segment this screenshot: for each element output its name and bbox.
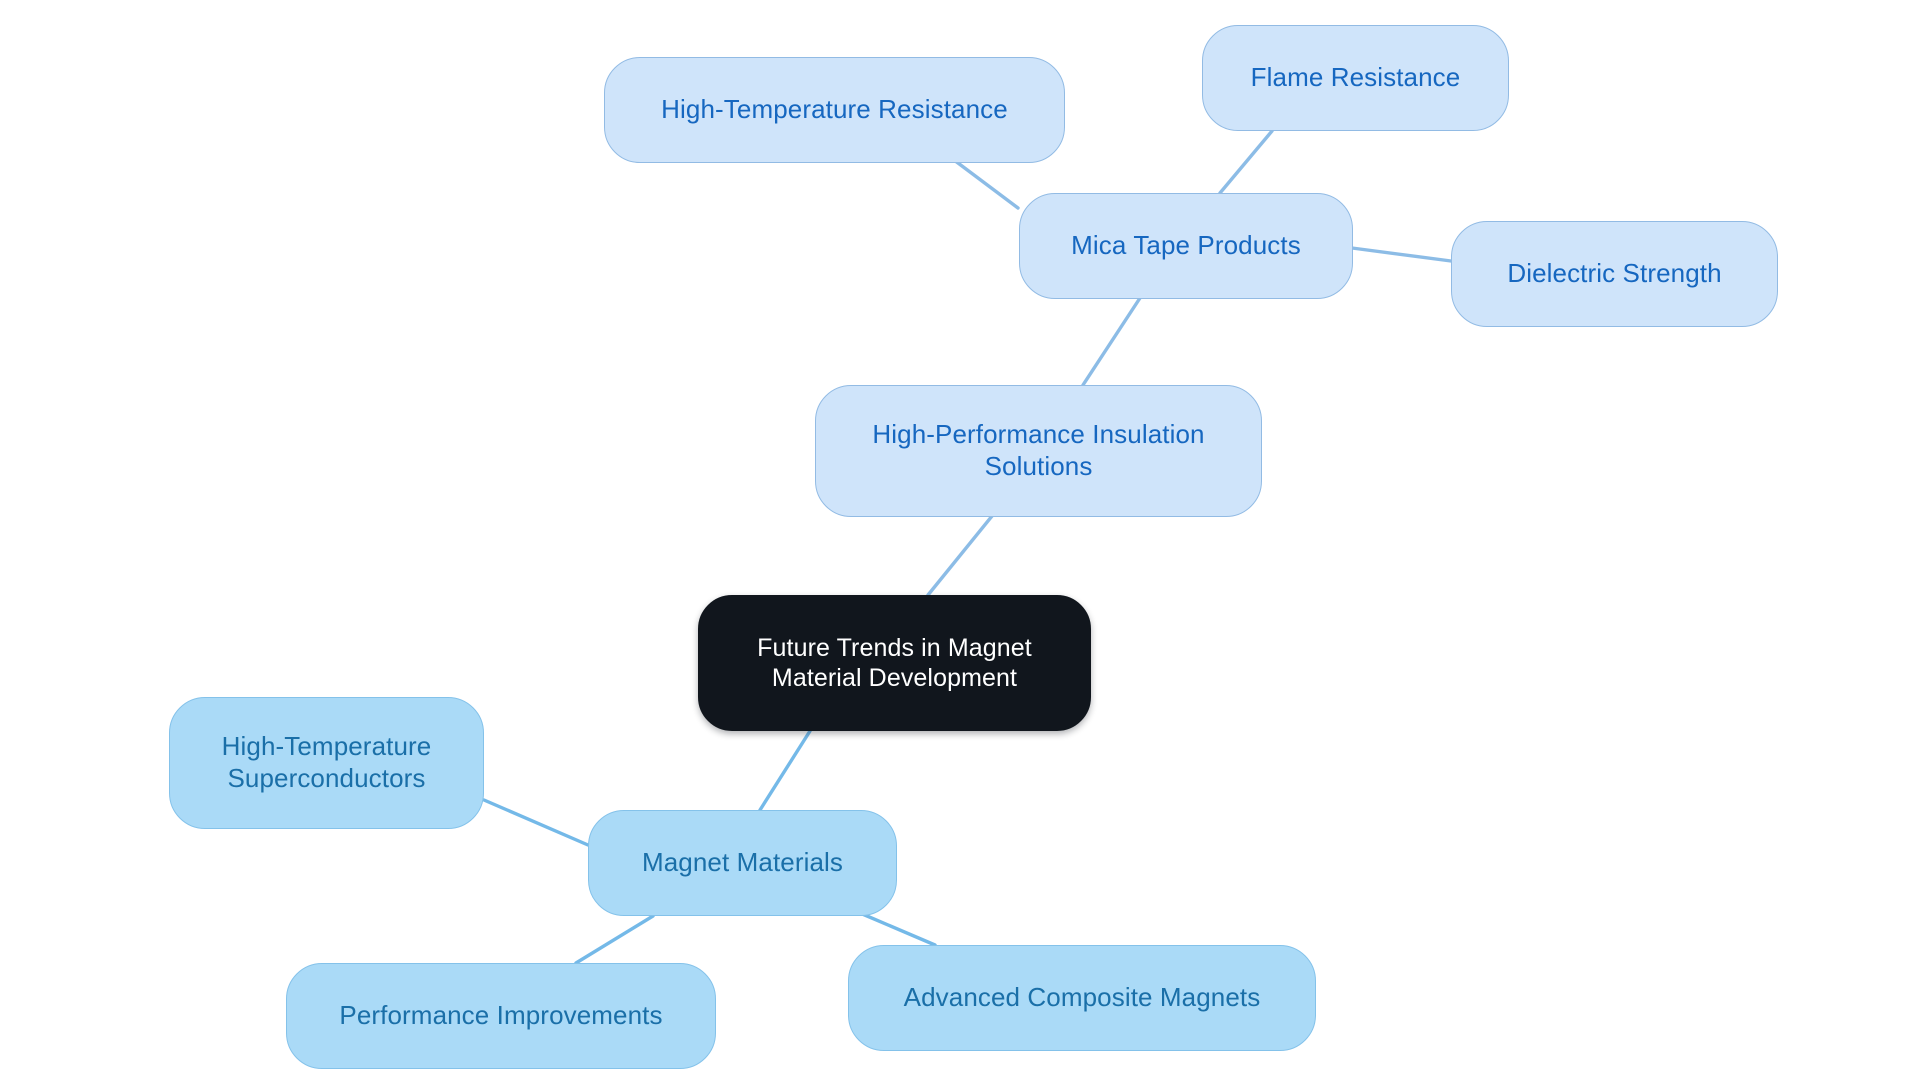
node-high-performance-insulation-solutions[interactable]: High-Performance Insulation Solutions xyxy=(815,385,1262,517)
node-high-temperature-resistance-label: High-Temperature Resistance xyxy=(661,94,1008,125)
node-mica-tape-products[interactable]: Mica Tape Products xyxy=(1019,193,1353,299)
node-high-temperature-superconductors[interactable]: High-Temperature Superconductors xyxy=(169,697,484,829)
node-advanced-composite-magnets-label: Advanced Composite Magnets xyxy=(903,982,1261,1013)
node-root[interactable]: Future Trends in Magnet Material Develop… xyxy=(698,595,1091,731)
node-advanced-composite-magnets[interactable]: Advanced Composite Magnets xyxy=(848,945,1316,1051)
node-flame-resistance[interactable]: Flame Resistance xyxy=(1202,25,1509,131)
edge-mica-flame xyxy=(1218,129,1274,195)
node-dielectric-strength[interactable]: Dielectric Strength xyxy=(1451,221,1778,327)
node-high-temperature-resistance[interactable]: High-Temperature Resistance xyxy=(604,57,1065,163)
node-magnet-materials[interactable]: Magnet Materials xyxy=(588,810,897,916)
edge-insulation-mica xyxy=(1081,296,1142,387)
edge-magnet-superconductors xyxy=(482,798,590,847)
node-magnet-materials-label: Magnet Materials xyxy=(641,847,844,878)
mindmap-canvas: Future Trends in Magnet Material Develop… xyxy=(0,0,1920,1083)
node-performance-improvements-label: Performance Improvements xyxy=(339,1000,663,1031)
edge-mica-dielectric xyxy=(1350,246,1453,263)
edge-magnet-performance xyxy=(574,914,655,965)
node-dielectric-strength-label: Dielectric Strength xyxy=(1507,258,1722,289)
node-mica-tape-products-label: Mica Tape Products xyxy=(1071,230,1301,261)
node-high-performance-insulation-solutions-label: High-Performance Insulation Solutions xyxy=(872,419,1205,481)
node-root-label: Future Trends in Magnet Material Develop… xyxy=(757,633,1032,693)
edge-mica-hightempres xyxy=(952,158,1020,210)
edge-root-magnet xyxy=(758,729,812,812)
edge-magnet-composite xyxy=(858,911,937,947)
node-flame-resistance-label: Flame Resistance xyxy=(1250,62,1461,93)
node-performance-improvements[interactable]: Performance Improvements xyxy=(286,963,716,1069)
node-high-temperature-superconductors-label: High-Temperature Superconductors xyxy=(221,731,432,793)
